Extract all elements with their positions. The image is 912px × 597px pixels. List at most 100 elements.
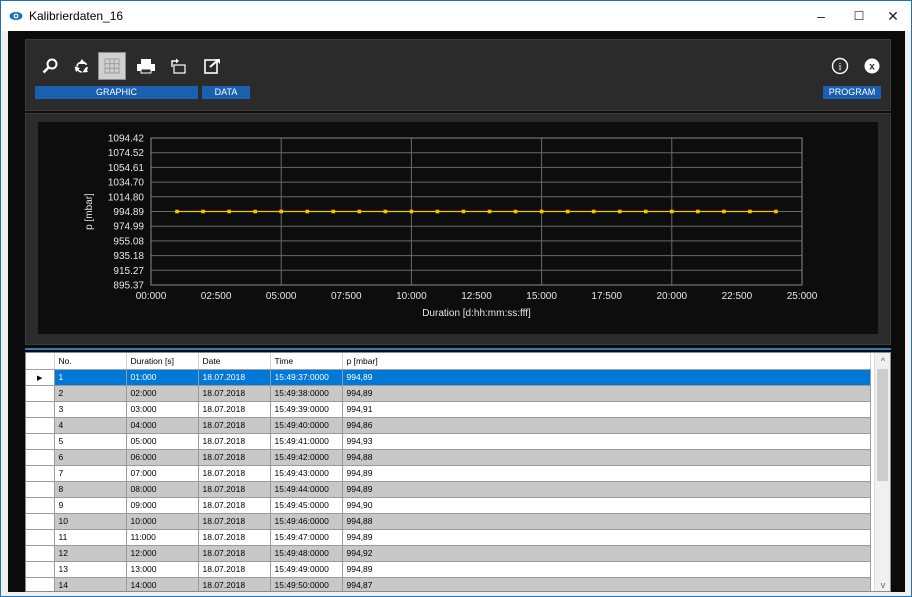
cell-duration[interactable]: 14:000: [126, 577, 199, 591]
cell-pressure[interactable]: 994,89: [342, 529, 871, 546]
cell-date[interactable]: 18.07.2018: [198, 497, 271, 514]
cell-date[interactable]: 18.07.2018: [198, 513, 271, 530]
table-row[interactable]: 5 05:000 18.07.2018 15:49:41:0000 994,93: [26, 433, 871, 450]
cell-no[interactable]: 2: [54, 385, 127, 402]
cell-duration[interactable]: 08:000: [126, 481, 199, 498]
export-button[interactable]: [164, 52, 192, 80]
cell-pressure[interactable]: 994,89: [342, 385, 871, 402]
table-row[interactable]: 11 11:000 18.07.2018 15:49:47:0000 994,89: [26, 529, 871, 546]
row-header[interactable]: [26, 385, 55, 402]
cell-pressure[interactable]: 994,92: [342, 545, 871, 562]
cell-pressure[interactable]: 994,93: [342, 433, 871, 450]
row-header[interactable]: [26, 401, 55, 418]
cell-time[interactable]: 15:49:49:0000: [270, 561, 343, 578]
table-row[interactable]: 2 02:000 18.07.2018 15:49:38:0000 994,89: [26, 385, 871, 402]
table-row[interactable]: 6 06:000 18.07.2018 15:49:42:0000 994,88: [26, 449, 871, 466]
row-header[interactable]: [26, 529, 55, 546]
table-row[interactable]: 12 12:000 18.07.2018 15:49:48:0000 994,92: [26, 545, 871, 562]
cell-pressure[interactable]: 994,86: [342, 417, 871, 434]
row-header[interactable]: [26, 561, 55, 578]
cell-no[interactable]: 5: [54, 433, 127, 450]
cell-date[interactable]: 18.07.2018: [198, 481, 271, 498]
cell-pressure[interactable]: 994,88: [342, 513, 871, 530]
cell-date[interactable]: 18.07.2018: [198, 369, 271, 386]
cell-date[interactable]: 18.07.2018: [198, 433, 271, 450]
cell-no[interactable]: 3: [54, 401, 127, 418]
scroll-down-arrow[interactable]: v: [875, 577, 890, 591]
table-row[interactable]: ▶ 1 01:000 18.07.2018 15:49:37:0000 994,89: [26, 369, 871, 386]
row-header[interactable]: [26, 545, 55, 562]
cell-time[interactable]: 15:49:44:0000: [270, 481, 343, 498]
close-button[interactable]: ✕: [875, 1, 911, 31]
cell-time[interactable]: 15:49:38:0000: [270, 385, 343, 402]
col-header-no[interactable]: No.: [54, 353, 127, 370]
cell-duration[interactable]: 05:000: [126, 433, 199, 450]
cell-time[interactable]: 15:49:41:0000: [270, 433, 343, 450]
cell-pressure[interactable]: 994,90: [342, 497, 871, 514]
cell-date[interactable]: 18.07.2018: [198, 577, 271, 591]
cell-duration[interactable]: 07:000: [126, 465, 199, 482]
table-row[interactable]: 14 14:000 18.07.2018 15:49:50:0000 994,87: [26, 577, 871, 591]
row-header[interactable]: [26, 417, 55, 434]
edit-button[interactable]: [198, 52, 226, 80]
recycle-button[interactable]: [68, 52, 96, 80]
cell-time[interactable]: 15:49:37:0000: [270, 369, 343, 386]
cell-time[interactable]: 15:49:42:0000: [270, 449, 343, 466]
cell-time[interactable]: 15:49:43:0000: [270, 465, 343, 482]
cell-pressure[interactable]: 994,89: [342, 369, 871, 386]
cell-date[interactable]: 18.07.2018: [198, 465, 271, 482]
cell-date[interactable]: 18.07.2018: [198, 401, 271, 418]
table-row[interactable]: 4 04:000 18.07.2018 15:49:40:0000 994,86: [26, 417, 871, 434]
cell-time[interactable]: 15:49:39:0000: [270, 401, 343, 418]
row-header[interactable]: [26, 577, 55, 591]
cell-date[interactable]: 18.07.2018: [198, 417, 271, 434]
vertical-scrollbar[interactable]: ^ v: [874, 353, 890, 591]
row-header[interactable]: [26, 513, 55, 530]
cell-no[interactable]: 13: [54, 561, 127, 578]
cell-no[interactable]: 10: [54, 513, 127, 530]
chart-panel[interactable]: 1094.42 1074.52 1054.61 1034.70 1014.80 994.8…: [38, 122, 878, 334]
row-header[interactable]: [26, 449, 55, 466]
info-button[interactable]: i: [826, 52, 854, 80]
cell-duration[interactable]: 11:000: [126, 529, 199, 546]
row-header[interactable]: [26, 497, 55, 514]
cell-no[interactable]: 11: [54, 529, 127, 546]
cell-pressure[interactable]: 994,88: [342, 449, 871, 466]
pressure-chart[interactable]: 1094.42 1074.52 1054.61 1034.70 1014.80 994.8…: [38, 122, 878, 334]
row-header[interactable]: [26, 433, 55, 450]
cell-time[interactable]: 15:49:46:0000: [270, 513, 343, 530]
search-button[interactable]: [36, 52, 64, 80]
table-row[interactable]: 13 13:000 18.07.2018 15:49:49:0000 994,89: [26, 561, 871, 578]
row-header[interactable]: [26, 481, 55, 498]
cell-pressure[interactable]: 994,91: [342, 401, 871, 418]
row-header[interactable]: ▶: [26, 369, 55, 386]
scroll-up-arrow[interactable]: ^: [875, 353, 890, 369]
cell-duration[interactable]: 06:000: [126, 449, 199, 466]
grid-button[interactable]: [98, 52, 126, 80]
cell-date[interactable]: 18.07.2018: [198, 561, 271, 578]
cell-date[interactable]: 18.07.2018: [198, 449, 271, 466]
cell-date[interactable]: 18.07.2018: [198, 385, 271, 402]
cell-no[interactable]: 4: [54, 417, 127, 434]
cell-duration[interactable]: 01:000: [126, 369, 199, 386]
table-row[interactable]: 8 08:000 18.07.2018 15:49:44:0000 994,89: [26, 481, 871, 498]
cell-time[interactable]: 15:49:40:0000: [270, 417, 343, 434]
cell-time[interactable]: 15:49:48:0000: [270, 545, 343, 562]
maximize-button[interactable]: ☐: [841, 1, 877, 31]
col-header-pressure[interactable]: p [mbar]: [342, 353, 871, 370]
cell-no[interactable]: 7: [54, 465, 127, 482]
cell-pressure[interactable]: 994,89: [342, 561, 871, 578]
cell-no[interactable]: 8: [54, 481, 127, 498]
cell-pressure[interactable]: 994,89: [342, 465, 871, 482]
cell-no[interactable]: 12: [54, 545, 127, 562]
title-bar[interactable]: Kalibrierdaten_16 – ☐ ✕: [1, 1, 911, 31]
cell-duration[interactable]: 13:000: [126, 561, 199, 578]
table-row[interactable]: 10 10:000 18.07.2018 15:49:46:0000 994,88: [26, 513, 871, 530]
minimize-button[interactable]: –: [803, 1, 839, 31]
col-header-time[interactable]: Time: [270, 353, 343, 370]
cell-no[interactable]: 6: [54, 449, 127, 466]
print-button[interactable]: [132, 52, 160, 80]
cell-no[interactable]: 14: [54, 577, 127, 591]
exit-program-button[interactable]: x: [858, 52, 886, 80]
cell-no[interactable]: 1: [54, 369, 127, 386]
